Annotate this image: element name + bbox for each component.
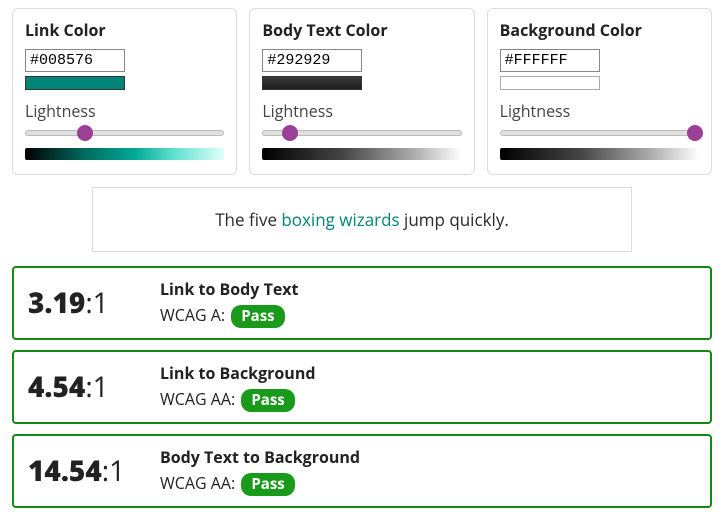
slider-thumb[interactable] [687, 125, 703, 141]
sample-text-after: jump quickly. [400, 208, 509, 231]
link-color-swatch [25, 76, 125, 90]
link-hex-input[interactable] [25, 49, 125, 72]
panel-title: Link Color [25, 19, 224, 41]
result-title: Link to Background [160, 362, 696, 384]
body-lightness-slider[interactable] [262, 126, 461, 142]
link-lightness-slider[interactable] [25, 126, 224, 142]
status-badge: Pass [241, 473, 294, 496]
bg-gradient-bar [500, 148, 699, 160]
ratio-value: 14.54 [28, 452, 102, 490]
panel-link-color: Link Color Lightness [12, 8, 237, 175]
bg-lightness-slider[interactable] [500, 126, 699, 142]
result-details: Link to Body Text WCAG A: Pass [160, 278, 696, 328]
lightness-label: Lightness [500, 100, 699, 122]
lightness-label: Lightness [262, 100, 461, 122]
panel-title: Background Color [500, 19, 699, 41]
status-badge: Pass [241, 389, 294, 412]
ratio-value: 4.54 [28, 368, 85, 406]
wcag-line: WCAG AA: Pass [160, 388, 696, 412]
body-hex-input[interactable] [262, 49, 362, 72]
body-color-swatch [262, 76, 362, 90]
result-title: Link to Body Text [160, 278, 696, 300]
panel-body-text-color: Body Text Color Lightness [249, 8, 474, 175]
sample-text-before: The five [215, 208, 281, 231]
panel-background-color: Background Color Lightness [487, 8, 712, 175]
bg-hex-input[interactable] [500, 49, 600, 72]
sample-text-box: The five boxing wizards jump quickly. [92, 187, 632, 252]
bg-color-swatch [500, 76, 600, 90]
slider-track [25, 130, 224, 136]
lightness-label: Lightness [25, 100, 224, 122]
contrast-ratio: 14.54:1 [28, 452, 152, 490]
result-details: Body Text to Background WCAG AA: Pass [160, 446, 696, 496]
result-link-to-background: 4.54:1 Link to Background WCAG AA: Pass [12, 350, 712, 424]
status-badge: Pass [231, 305, 284, 328]
color-panels-row: Link Color Lightness Body Text Color Lig… [12, 8, 712, 175]
ratio-denom: :1 [102, 452, 125, 490]
result-body-to-background: 14.54:1 Body Text to Background WCAG AA:… [12, 434, 712, 508]
result-details: Link to Background WCAG AA: Pass [160, 362, 696, 412]
panel-title: Body Text Color [262, 19, 461, 41]
result-title: Body Text to Background [160, 446, 696, 468]
contrast-ratio: 3.19:1 [28, 284, 152, 322]
contrast-ratio: 4.54:1 [28, 368, 152, 406]
body-gradient-bar [262, 148, 461, 160]
wcag-level: WCAG A: [160, 304, 229, 326]
wcag-level: WCAG AA: [160, 388, 239, 410]
slider-thumb[interactable] [282, 125, 298, 141]
slider-thumb[interactable] [77, 125, 93, 141]
wcag-level: WCAG AA: [160, 472, 239, 494]
wcag-line: WCAG A: Pass [160, 304, 696, 328]
result-link-to-body: 3.19:1 Link to Body Text WCAG A: Pass [12, 266, 712, 340]
wcag-line: WCAG AA: Pass [160, 472, 696, 496]
slider-track [500, 130, 699, 136]
ratio-denom: :1 [85, 368, 108, 406]
sample-link[interactable]: boxing wizards [281, 208, 399, 231]
ratio-value: 3.19 [28, 284, 85, 322]
ratio-denom: :1 [85, 284, 108, 322]
link-gradient-bar [25, 148, 224, 160]
